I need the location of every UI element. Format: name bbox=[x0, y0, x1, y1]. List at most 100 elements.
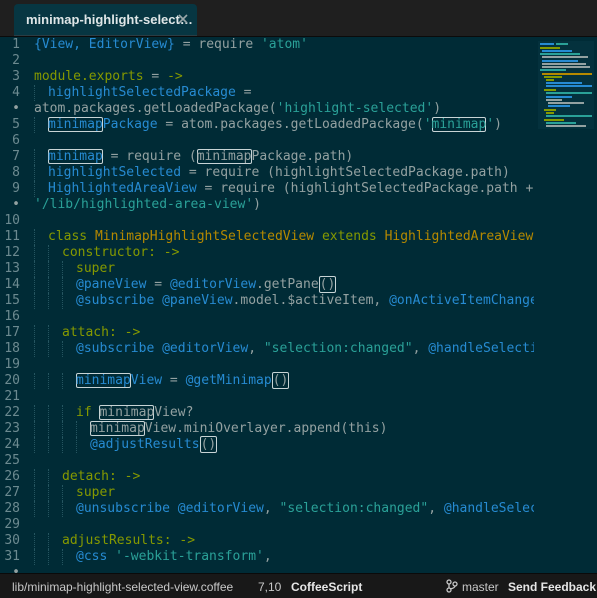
tab-title: minimap-highlight-select… bbox=[26, 12, 193, 27]
code-line: highlightSelected = require (highlightSe… bbox=[34, 165, 510, 181]
code-line: @subscribe @paneView.model.$activeItem, … bbox=[34, 293, 534, 309]
code-token: Package bbox=[102, 117, 158, 132]
code-token: highlightSelectedPackage bbox=[48, 85, 236, 100]
code-token: '-webkit-transform' bbox=[115, 549, 264, 564]
code-token: View? bbox=[154, 405, 194, 420]
code-token: @paneView bbox=[162, 293, 233, 308]
line-number: 20 bbox=[4, 373, 20, 388]
code-token: -> bbox=[171, 533, 196, 548]
code-token: class bbox=[48, 229, 95, 244]
minimap[interactable] bbox=[538, 41, 594, 129]
code-token: module.exports bbox=[34, 69, 144, 84]
code-token: @editorView bbox=[169, 277, 257, 292]
code-line: adjustResults: -> bbox=[34, 533, 195, 549]
line-number: 12 bbox=[4, 245, 20, 260]
code-token-bracket: () bbox=[271, 372, 290, 389]
status-git-branch[interactable]: master bbox=[462, 580, 499, 594]
code-token: = require (highlightSelectedPackage.path… bbox=[196, 181, 534, 196]
code-token-highlighted: minimap bbox=[196, 149, 252, 164]
code-token-highlighted: minimap bbox=[99, 405, 155, 420]
line-number: 31 bbox=[4, 549, 20, 564]
code-token: detach: bbox=[62, 469, 117, 484]
code-token: Package.path) bbox=[251, 149, 354, 164]
code-token: "selection:changed" bbox=[263, 341, 413, 356]
tab-active-file[interactable]: minimap-highlight-select… bbox=[14, 4, 197, 36]
code-token: 'atom' bbox=[260, 37, 308, 52]
code-token: '/lib/highlighted-area-view' bbox=[34, 197, 254, 212]
code-token: @paneView bbox=[76, 277, 147, 292]
code-token: = require bbox=[174, 37, 261, 52]
line-number: 14 bbox=[4, 277, 20, 292]
code-token: @onActiveItemChanged bbox=[389, 293, 534, 308]
line-number: 18 bbox=[4, 341, 20, 356]
line-number: 1 bbox=[12, 37, 20, 52]
code-token: adjustResults: bbox=[62, 533, 172, 548]
code-token-bracket: () bbox=[318, 276, 337, 293]
line-number: 6 bbox=[12, 133, 20, 148]
code-token-highlighted: minimap bbox=[48, 149, 103, 164]
code-line: minimapView.miniOverlayer.append(this) bbox=[34, 421, 387, 437]
code-token: @getMinimap bbox=[185, 373, 272, 388]
line-number: 5 bbox=[12, 117, 20, 132]
code-token: ( bbox=[188, 149, 197, 164]
code-token: = require bbox=[102, 149, 189, 164]
tab-bar: minimap-highlight-select… bbox=[0, 0, 597, 37]
code-token-highlighted: minimap bbox=[76, 373, 131, 388]
line-number-gutter: 1 2 3 4 • 5 6 7 8 9 • 10 11 12 13 14 15 16 17 18 19 20 21 22 23 2… bbox=[0, 37, 26, 580]
code-token: = require (highlightSelectedPackage.path… bbox=[181, 165, 510, 180]
code-line-wrapped: '/lib/highlighted-area-view') bbox=[34, 197, 261, 213]
code-token-bracket: () bbox=[199, 436, 218, 453]
code-line: minimapView = @getMinimap() bbox=[34, 372, 290, 389]
code-token: @subscribe bbox=[76, 341, 163, 356]
code-token: extends bbox=[314, 229, 385, 244]
line-number: 22 bbox=[4, 405, 20, 420]
code-line: class MinimapHighlightSelectedView exten… bbox=[34, 229, 533, 245]
line-number: 13 bbox=[4, 261, 20, 276]
code-token: HighlightedAreaView bbox=[384, 229, 534, 244]
code-token: {View, EditorView} bbox=[34, 37, 175, 52]
code-editor[interactable]: 1 2 3 4 • 5 6 7 8 9 • 10 11 12 13 14 15 16 17 18 19 20 21 22 23 2… bbox=[0, 37, 597, 580]
line-number: 2 bbox=[12, 53, 20, 68]
code-token: .model.$activeItem, bbox=[232, 293, 390, 308]
line-number: 28 bbox=[4, 501, 20, 516]
code-token: @editorView bbox=[162, 341, 249, 356]
line-number: 30 bbox=[4, 533, 20, 548]
code-line: HighlightedAreaView = require (highlight… bbox=[34, 181, 533, 197]
code-token-highlighted: minimap bbox=[431, 117, 487, 132]
line-number: 17 bbox=[4, 325, 20, 340]
code-line: super bbox=[34, 261, 115, 277]
line-number: 15 bbox=[4, 293, 20, 308]
code-token: , bbox=[428, 501, 444, 516]
code-token: "selection:changed" bbox=[279, 501, 429, 516]
code-line: @subscribe @editorView, "selection:chang… bbox=[34, 341, 534, 357]
code-token: HighlightedAreaView bbox=[48, 181, 197, 196]
code-token: , bbox=[263, 501, 280, 516]
code-token: ' bbox=[423, 117, 432, 132]
code-token: = bbox=[162, 373, 186, 388]
code-area[interactable]: {View, EditorView} = require 'atom' modu… bbox=[34, 37, 534, 573]
close-icon[interactable] bbox=[177, 13, 189, 25]
code-token: View bbox=[130, 373, 163, 388]
code-token: ' bbox=[486, 117, 495, 132]
code-token: highlightSelected bbox=[48, 165, 182, 180]
code-token: super bbox=[76, 485, 116, 500]
code-line: {View, EditorView} = require 'atom' bbox=[34, 37, 308, 53]
code-token: @handleSelection bbox=[428, 341, 534, 356]
line-number: 21 bbox=[4, 389, 20, 404]
code-token: MinimapHighlightSelectedView bbox=[94, 229, 315, 244]
status-cursor-position[interactable]: 7,10 bbox=[258, 580, 281, 594]
code-token: @adjustResults bbox=[90, 437, 200, 452]
code-token-highlighted: minimap bbox=[48, 117, 103, 132]
code-line-wrapped: atom.packages.getLoadedPackage('highligh… bbox=[34, 101, 441, 117]
line-number: 26 bbox=[4, 469, 20, 484]
send-feedback-button[interactable]: Send Feedback bbox=[508, 580, 596, 594]
code-line: if minimapView? bbox=[34, 405, 193, 421]
line-number: 19 bbox=[4, 357, 20, 372]
status-file-path[interactable]: lib/minimap-highlight-selected-view.coff… bbox=[12, 580, 233, 594]
line-number: 8 bbox=[12, 165, 20, 180]
code-token: = bbox=[235, 85, 252, 100]
status-grammar[interactable]: CoffeeScript bbox=[291, 580, 362, 594]
code-token: = atom.packages.getLoadedPackage( bbox=[157, 117, 424, 132]
code-token: ) bbox=[253, 197, 261, 212]
code-token: super bbox=[76, 261, 116, 276]
